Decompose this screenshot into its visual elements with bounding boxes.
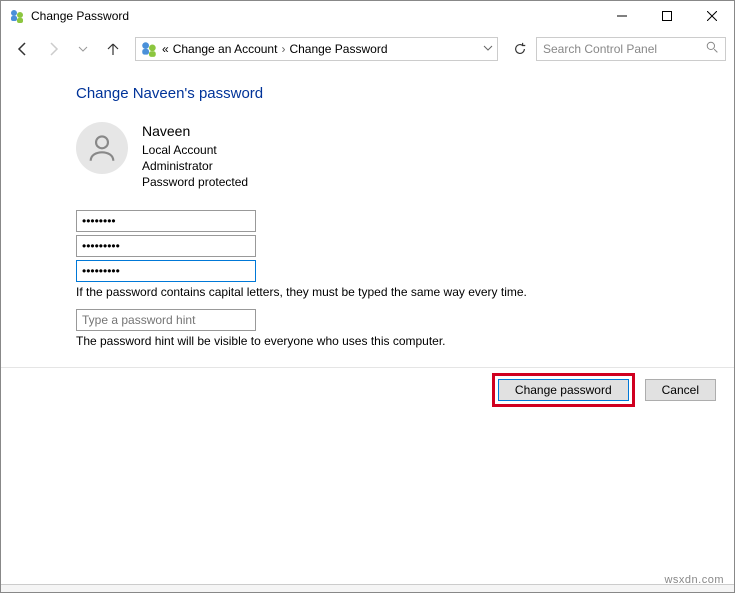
search-input[interactable]: Search Control Panel (536, 37, 726, 61)
titlebar: Change Password (1, 1, 734, 31)
highlight-box: Change password (492, 373, 635, 407)
search-placeholder: Search Control Panel (543, 42, 657, 56)
minimize-button[interactable] (599, 1, 644, 31)
content-area: Change Naveen's password Naveen Local Ac… (1, 67, 734, 348)
user-account-type: Local Account (142, 142, 248, 158)
up-button[interactable] (99, 35, 127, 63)
watermark: wsxdn.com (664, 574, 724, 586)
status-bar (1, 584, 734, 592)
search-icon (706, 41, 719, 57)
navigation-bar: « Change an Account › Change Password Se… (1, 31, 734, 67)
page-title: Change Naveen's password (76, 85, 734, 102)
button-row: Change password Cancel (492, 373, 716, 407)
divider (1, 367, 734, 368)
window-title: Change Password (31, 9, 599, 23)
back-button[interactable] (9, 35, 37, 63)
breadcrumb-item-2[interactable]: Change Password (289, 42, 387, 56)
change-password-button[interactable]: Change password (498, 379, 629, 401)
current-password-field[interactable] (76, 210, 256, 232)
cancel-button[interactable]: Cancel (645, 379, 716, 401)
breadcrumb[interactable]: « Change an Account › Change Password (135, 37, 498, 61)
confirm-password-field[interactable] (76, 260, 256, 282)
forward-button[interactable] (39, 35, 67, 63)
user-meta: Naveen Local Account Administrator Passw… (142, 122, 248, 190)
user-accounts-icon (140, 40, 158, 58)
user-name: Naveen (142, 122, 248, 141)
recent-dropdown-icon[interactable] (69, 35, 97, 63)
user-info-block: Naveen Local Account Administrator Passw… (76, 122, 734, 190)
caps-note: If the password contains capital letters… (76, 285, 734, 299)
hint-visibility-note: The password hint will be visible to eve… (76, 334, 734, 348)
new-password-field[interactable] (76, 235, 256, 257)
breadcrumb-item-1[interactable]: Change an Account (173, 42, 278, 56)
chevron-right-icon: › (281, 42, 285, 56)
avatar (76, 122, 128, 174)
window-controls (599, 1, 734, 31)
control-panel-users-icon (9, 8, 25, 24)
password-hint-field[interactable] (76, 309, 256, 331)
user-role: Administrator (142, 158, 248, 174)
refresh-button[interactable] (506, 37, 534, 61)
close-button[interactable] (689, 1, 734, 31)
breadcrumb-prefix: « (162, 42, 169, 56)
user-password-status: Password protected (142, 174, 248, 190)
breadcrumb-dropdown-icon[interactable] (483, 42, 493, 56)
maximize-button[interactable] (644, 1, 689, 31)
